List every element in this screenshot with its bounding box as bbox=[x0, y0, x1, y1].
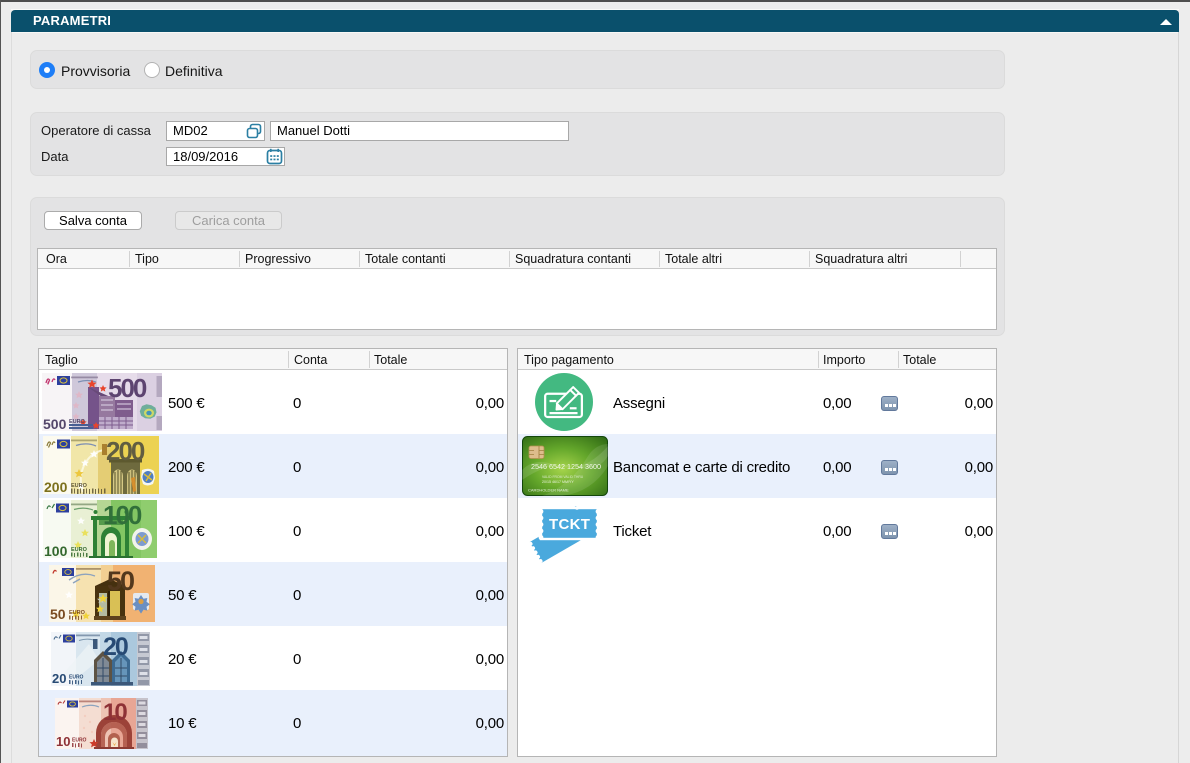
svg-text:50: 50 bbox=[107, 566, 134, 596]
svg-text:20: 20 bbox=[52, 671, 66, 686]
svg-text:VALID FROM VALID THRU: VALID FROM VALID THRU bbox=[542, 475, 584, 479]
svg-text:EURO: EURO bbox=[69, 610, 86, 616]
svg-text:200: 200 bbox=[106, 436, 145, 466]
svg-text:10: 10 bbox=[103, 699, 127, 726]
svg-text:200: 200 bbox=[44, 479, 68, 494]
svg-text:EURO: EURO bbox=[69, 675, 84, 681]
svg-text:50: 50 bbox=[50, 606, 66, 622]
svg-text:2546 6542 1254 3600: 2546 6542 1254 3600 bbox=[531, 462, 601, 471]
svg-text:500: 500 bbox=[43, 416, 67, 431]
svg-text:CARDHOLDER NAME: CARDHOLDER NAME bbox=[528, 488, 569, 493]
svg-text:20: 20 bbox=[103, 633, 128, 661]
svg-text:EURO: EURO bbox=[71, 483, 88, 489]
svg-text:100: 100 bbox=[103, 500, 142, 530]
svg-text:EURO: EURO bbox=[71, 547, 88, 553]
svg-text:10: 10 bbox=[56, 734, 70, 749]
svg-text:20/15 46/17 MM/YY: 20/15 46/17 MM/YY bbox=[542, 480, 574, 484]
svg-text:TCKT: TCKT bbox=[549, 516, 590, 533]
svg-text:500: 500 bbox=[108, 373, 147, 403]
svg-text:100: 100 bbox=[44, 543, 68, 558]
svg-text:EURO: EURO bbox=[72, 738, 87, 744]
